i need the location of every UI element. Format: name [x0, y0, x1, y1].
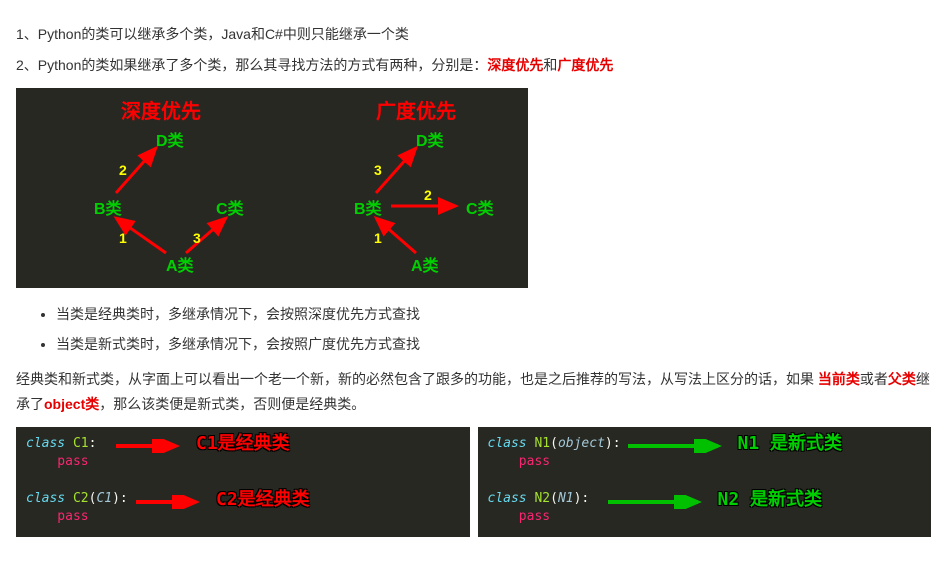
classic-class-code: class C1: pass class C2(C1): pass C1是经典类… — [16, 427, 470, 537]
left-num-2: 2 — [119, 158, 127, 183]
para2-highlight-1: 深度优先 — [487, 57, 543, 73]
classic-label-1: C1是经典类 — [196, 431, 290, 456]
cls-name: N1 — [527, 436, 550, 451]
colon: : — [89, 436, 97, 451]
para2-highlight-2: 广度优先 — [557, 57, 613, 73]
arg: C1 — [96, 491, 112, 506]
left-node-d: D类 — [156, 128, 184, 157]
arrow-icon — [116, 439, 186, 453]
paren: ( — [550, 436, 558, 451]
arg: object — [558, 436, 605, 451]
code-line: pass — [488, 453, 922, 471]
kw-class: class — [488, 491, 527, 506]
cls-name: C2 — [65, 491, 88, 506]
cls-name: N2 — [527, 491, 550, 506]
paragraph-3: 经典类和新式类，从字面上可以看出一个老一个新，新的必然包含了跟多的功能，也是之后… — [16, 367, 931, 417]
paragraph-2: 2、Python的类如果继承了多个类，那么其寻找方法的方式有两种，分别是：深度优… — [16, 53, 931, 78]
left-node-a: A类 — [166, 253, 194, 282]
right-node-d: D类 — [416, 128, 444, 157]
arrow-icon — [608, 495, 708, 509]
bullet-item: 当类是经典类时，多继承情况下，会按照深度优先方式查找 — [56, 302, 931, 327]
para2-prefix: 2、Python的类如果继承了多个类，那么其寻找方法的方式有两种，分别是： — [16, 57, 487, 73]
cls-name: C1 — [65, 436, 88, 451]
paren: ( — [550, 491, 558, 506]
right-node-a: A类 — [411, 253, 439, 282]
para3-hl2: 父类 — [888, 371, 916, 387]
bullet-item: 当类是新式类时，多继承情况下，会按照广度优先方式查找 — [56, 332, 931, 357]
paren-close: ): — [574, 491, 590, 506]
code-examples-row: class C1: pass class C2 ( C1): pass C1是经典类… — [16, 427, 931, 537]
paren-close: ): — [112, 491, 128, 506]
para3-text: 或者 — [860, 371, 888, 387]
left-node-b: B类 — [94, 196, 122, 225]
para3-hl1: 当前类 — [818, 371, 860, 387]
classic-label-2: C2是经典类 — [216, 487, 310, 512]
right-num-1: 1 — [374, 226, 382, 251]
newstyle-label-2: N2 是新式类 — [718, 487, 823, 512]
right-node-b: B类 — [354, 196, 382, 225]
para3-text: 经典类和新式类，从字面上可以看出一个老一个新，新的必然包含了跟多的功能，也是之后… — [16, 371, 818, 387]
newstyle-class-code: class N1(object): pass class N2(N1): pas… — [478, 427, 932, 537]
kw-class: class — [26, 436, 65, 451]
right-num-2: 2 — [424, 183, 432, 208]
para3-text: ，那么该类便是新式类，否则便是经典类。 — [99, 396, 365, 412]
arg: N1 — [558, 491, 574, 506]
bullet-list: 当类是经典类时，多继承情况下，会按照深度优先方式查找 当类是新式类时，多继承情况… — [36, 302, 931, 356]
right-node-c: C类 — [466, 196, 494, 225]
diagram-title-right: 广度优先 — [376, 94, 456, 130]
left-num-1: 1 — [119, 226, 127, 251]
code-line: pass — [488, 508, 922, 526]
arrow-icon — [136, 495, 206, 509]
mro-diagram: 深度优先 D类 B类 C类 A类 1 2 3 广度优先 D类 B类 C类 A类 … — [16, 88, 528, 288]
left-num-3: 3 — [193, 226, 201, 251]
diagram-title-left: 深度优先 — [121, 94, 201, 130]
arrow-icon — [628, 439, 728, 453]
left-node-c: C类 — [216, 196, 244, 225]
para2-and: 和 — [543, 57, 557, 73]
kw-class: class — [488, 436, 527, 451]
newstyle-label-1: N1 是新式类 — [738, 431, 843, 456]
paren-close: ): — [605, 436, 621, 451]
right-num-3: 3 — [374, 158, 382, 183]
kw-class: class — [26, 491, 65, 506]
paragraph-1: 1、Python的类可以继承多个类，Java和C#中则只能继承一个类 — [16, 22, 931, 47]
para3-hl3: object类 — [44, 396, 99, 412]
